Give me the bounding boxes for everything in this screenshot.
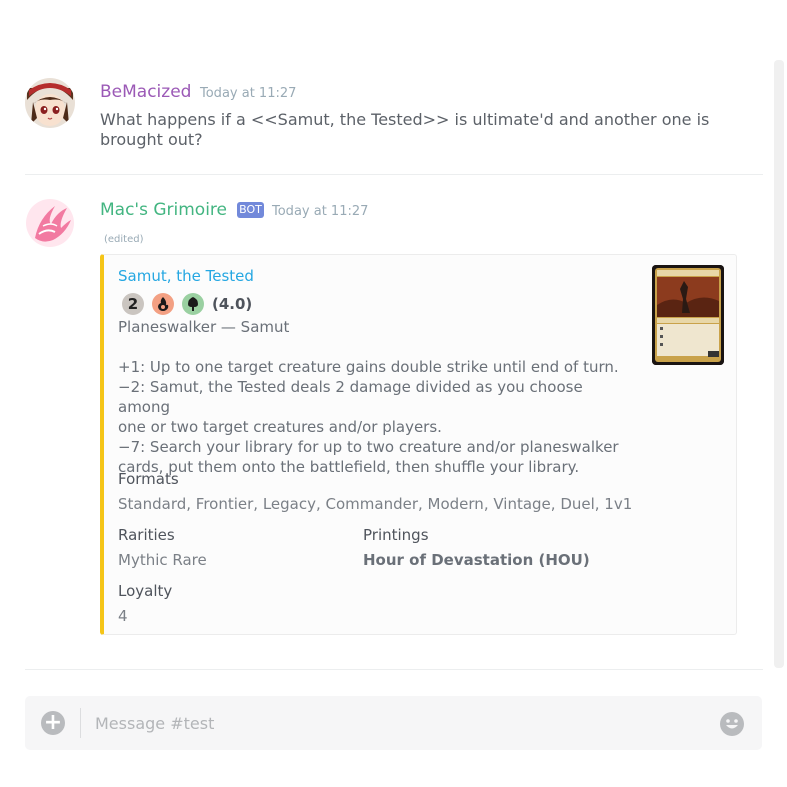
green-mana-icon (182, 293, 204, 315)
field-formats-name: Formats (118, 470, 179, 488)
field-printings-name: Printings (363, 526, 429, 544)
card-art-image (652, 265, 724, 365)
anime-avatar-icon (25, 78, 75, 128)
field-loyalty-value: 4 (118, 607, 128, 625)
ability-line: −7: Search your library for up to two cr… (118, 438, 619, 456)
embed-title-link[interactable]: Samut, the Tested (118, 267, 254, 285)
field-rarities-name: Rarities (118, 526, 175, 544)
message-composer: + (25, 696, 762, 750)
grimoire-logo-icon (25, 198, 75, 248)
ability-line: cards, put them onto the battlefield, th… (118, 458, 580, 476)
ability-line: +1: Up to one target creature gains doub… (118, 358, 619, 376)
user-avatar[interactable] (25, 78, 75, 128)
field-formats-value: Standard, Frontier, Legacy, Commander, M… (118, 495, 633, 513)
username[interactable]: BeMacized (100, 82, 191, 102)
rules-text: +1: Up to one target creature gains doub… (118, 357, 628, 477)
message-text: What happens if a <<Samut, the Tested>> … (100, 110, 720, 150)
ability-line: −2: Samut, the Tested deals 2 damage div… (118, 378, 583, 416)
field-loyalty-name: Loyalty (118, 582, 173, 600)
ability-line: one or two target creatures and/or playe… (118, 418, 442, 436)
type-line: Planeswalker — Samut (118, 318, 290, 336)
upload-plus-button[interactable]: + (41, 711, 65, 735)
timestamp: Today at 11:27 (200, 86, 297, 101)
emoji-picker-icon[interactable] (719, 711, 745, 737)
generic-mana-icon: 2 (122, 293, 144, 315)
timestamp: Today at 11:27 (272, 204, 369, 219)
card-thumbnail[interactable] (652, 265, 724, 365)
bot-avatar[interactable] (25, 198, 75, 248)
red-mana-icon (152, 293, 174, 315)
scrollbar[interactable] (774, 60, 784, 668)
username[interactable]: Mac's Grimoire (100, 200, 227, 220)
card-embed: Samut, the Tested 2 (4.0) Planeswalker —… (100, 254, 737, 635)
edited-label: (edited) (104, 234, 144, 245)
field-printings-value: Hour of Devastation (HOU) (363, 551, 590, 569)
bot-badge: BOT (237, 202, 264, 218)
composer-separator (80, 708, 81, 738)
bottom-divider (25, 669, 763, 670)
field-rarities-value: Mythic Rare (118, 551, 207, 569)
message-line: brought out? (100, 130, 203, 149)
converted-mana-cost: (4.0) (212, 295, 253, 313)
message-input[interactable] (95, 710, 695, 736)
message-line: What happens if a <<Samut, the Tested>> … (100, 110, 710, 129)
message-divider (25, 174, 763, 175)
